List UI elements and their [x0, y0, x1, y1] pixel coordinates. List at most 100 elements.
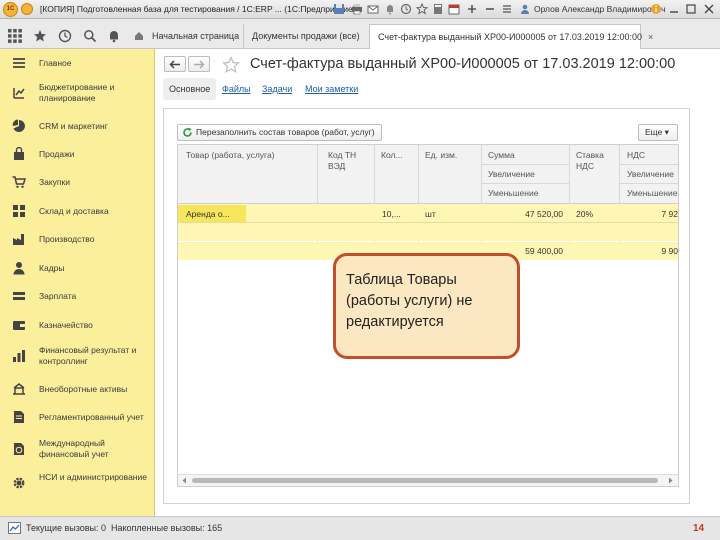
sidebar-item-purchases[interactable]: Закупки [0, 168, 155, 196]
calculator-icon[interactable] [432, 3, 444, 15]
accumulated-calls: Накопленные вызовы: 165 [111, 523, 223, 533]
menu-icon[interactable] [501, 3, 513, 15]
print-icon[interactable] [351, 3, 363, 15]
sidebar-item-main[interactable]: Главное [0, 49, 155, 77]
tab-home[interactable]: Начальная страница [144, 24, 247, 49]
refresh-icon [183, 127, 192, 137]
current-calls: Текущие вызовы: 0 [26, 523, 107, 533]
search-icon[interactable] [83, 29, 97, 43]
forward-button[interactable] [188, 56, 210, 72]
col-header-unit[interactable]: Ед. изм. [425, 150, 479, 160]
sidebar-item-label: Внеоборотные активы [39, 384, 128, 394]
sidebar-item-payroll[interactable]: Зарплата [0, 282, 155, 310]
tab-invoice-label: Счет-фактура выданный ХР00-И000005 от 17… [378, 32, 642, 42]
current-user[interactable]: Орлов Александр Владимирович [534, 4, 665, 14]
col-header-vat-decrease[interactable]: Уменьшение [627, 188, 678, 198]
sidebar-item-budgeting[interactable]: Бюджетирование и планирование [0, 77, 155, 107]
tab-invoice[interactable]: Счет-фактура выданный ХР00-И000005 от 17… [369, 24, 653, 49]
sidebar-item-fixed-assets[interactable]: Внеоборотные активы [0, 375, 155, 403]
person-icon [13, 262, 25, 275]
performance-icon[interactable] [8, 522, 21, 534]
col-header-vat-rate[interactable]: Ставка НДС [576, 150, 618, 172]
tab-bar: Начальная страница Документы продажи (вс… [0, 19, 720, 49]
info-icon[interactable] [650, 3, 662, 15]
cell-qty[interactable]: 10,... [382, 209, 401, 219]
favorite-star-icon[interactable] [222, 56, 240, 74]
tab-sales-documents[interactable]: Документы продажи (все) [243, 24, 368, 49]
sidebar-item-label: Зарплата [39, 291, 77, 301]
sidebar-item-label: Регламентированный учет [39, 412, 144, 422]
col-header-sum-increase[interactable]: Увеличение [488, 169, 566, 179]
sidebar: Главное Бюджетирование и планирование CR… [0, 49, 155, 516]
cell-vat-rate[interactable]: 20% [576, 209, 593, 219]
col-header-sum-decrease[interactable]: Уменьшение [488, 188, 566, 198]
scrollbar-thumb[interactable] [192, 478, 658, 483]
mail-icon[interactable] [367, 3, 379, 15]
cell-vat[interactable]: 7 92 [627, 209, 678, 219]
sidebar-item-administration[interactable]: НСИ и администрирование [0, 466, 155, 498]
col-header-product[interactable]: Товар (работа, услуга) [186, 150, 314, 160]
page-number: 14 [693, 523, 705, 534]
horizontal-scrollbar[interactable] [178, 474, 678, 486]
app-logo: 1С [3, 2, 18, 17]
col-header-sum[interactable]: Сумма [488, 150, 566, 160]
col-header-tn-ved[interactable]: Код ТН ВЭД [328, 150, 372, 172]
sidebar-item-warehouse[interactable]: Склад и доставка [0, 197, 155, 225]
sidebar-item-treasury[interactable]: Казначейство [0, 311, 155, 339]
col-header-qty[interactable]: Кол... [381, 150, 417, 160]
total-vat: 9 90 [661, 246, 678, 256]
cell-product[interactable]: Аренда о... [186, 209, 230, 219]
window-title: [КОПИЯ] Подготовленная база для тестиров… [40, 4, 356, 14]
save-icon[interactable] [333, 3, 345, 15]
sidebar-item-international-accounting[interactable]: Международный финансовый учет [0, 432, 155, 464]
sidebar-item-label: CRM и маркетинг [39, 121, 108, 131]
sidebar-item-label: Склад и доставка [39, 206, 109, 216]
plus-icon[interactable] [466, 3, 478, 15]
col-header-vat-increase[interactable]: Увеличение [627, 169, 678, 179]
arrow-right-icon [194, 60, 205, 69]
chart-icon [13, 350, 25, 362]
close-icon[interactable] [703, 3, 715, 15]
col-header-vat[interactable]: НДС [627, 150, 678, 160]
tab-tasks[interactable]: Задачи [262, 84, 292, 94]
more-button[interactable]: Еще ▾ [638, 124, 678, 141]
tab-files[interactable]: Файлы [222, 84, 251, 94]
tab-my-notes[interactable]: Мои заметки [305, 84, 358, 94]
sidebar-item-production[interactable]: Производство [0, 225, 155, 253]
minus-icon[interactable] [484, 3, 496, 15]
sidebar-item-label: Международный финансовый учет [39, 438, 109, 459]
sidebar-item-crm[interactable]: CRM и маркетинг [0, 112, 155, 140]
history-icon[interactable] [400, 3, 412, 15]
sidebar-item-sales[interactable]: Продажи [0, 140, 155, 168]
scroll-left-icon[interactable] [181, 477, 188, 484]
sidebar-item-label: Казначейство [39, 320, 93, 330]
window-title-bar: 1С [КОПИЯ] Подготовленная база для тести… [0, 0, 720, 19]
cell-sum[interactable]: 47 520,00 [488, 209, 563, 219]
tab-close-icon[interactable]: × [648, 32, 653, 42]
app-menu-button[interactable] [21, 3, 33, 15]
gear-icon [13, 477, 25, 489]
cell-unit[interactable]: шт [425, 209, 436, 219]
scroll-right-icon[interactable] [667, 477, 674, 484]
minimize-icon[interactable] [668, 3, 680, 15]
star-icon[interactable] [416, 3, 428, 15]
sidebar-item-regulated-accounting[interactable]: Регламентированный учет [0, 403, 155, 431]
back-button[interactable] [164, 56, 186, 72]
bell-icon[interactable] [384, 3, 396, 15]
sidebar-item-label: Главное [39, 58, 72, 68]
apps-grid-icon[interactable] [8, 29, 22, 43]
warehouse-icon [13, 205, 25, 217]
treasury-icon [13, 321, 25, 330]
favorites-star-icon[interactable] [33, 29, 47, 43]
calendar-icon[interactable] [448, 3, 460, 15]
sidebar-item-label: Кадры [39, 263, 65, 273]
refill-goods-button[interactable]: Перезаполнить состав товаров (работ, усл… [177, 124, 382, 141]
money-icon [13, 292, 25, 300]
tab-main[interactable]: Основное [163, 78, 217, 100]
sidebar-item-financial-result[interactable]: Финансовый результат и контроллинг [0, 339, 155, 371]
notifications-bell-icon[interactable] [107, 29, 121, 43]
user-icon[interactable] [519, 3, 531, 15]
maximize-icon[interactable] [685, 3, 697, 15]
sidebar-item-hr[interactable]: Кадры [0, 254, 155, 282]
history-clock-icon[interactable] [58, 29, 72, 43]
